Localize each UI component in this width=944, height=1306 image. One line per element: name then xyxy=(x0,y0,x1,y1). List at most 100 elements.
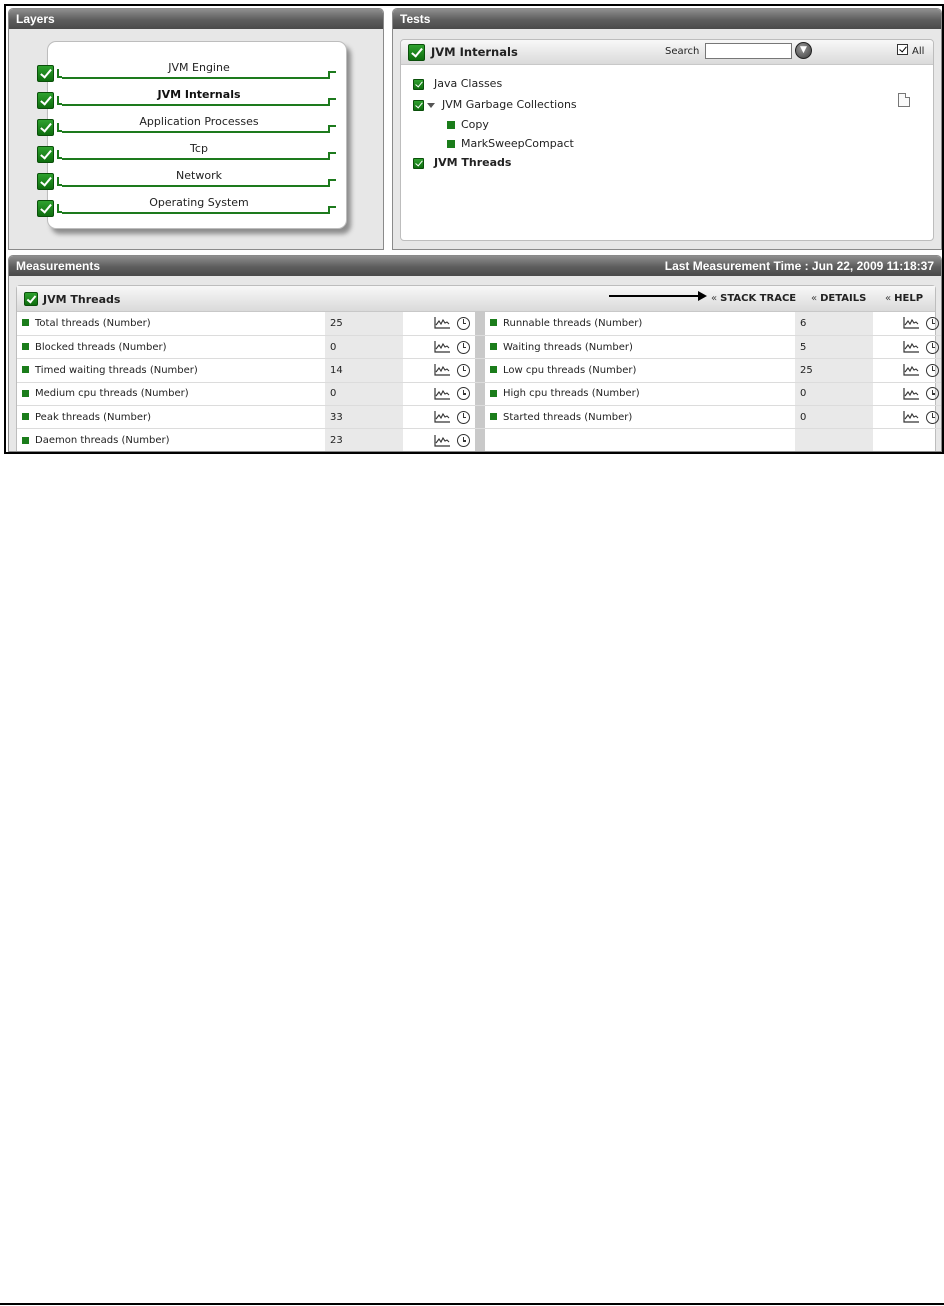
measure-actions xyxy=(403,428,475,451)
check-icon xyxy=(413,78,424,90)
test-java-classes[interactable]: Java Classes xyxy=(413,77,502,91)
measure-name: Started threads (Number) xyxy=(485,405,795,430)
table-row: Medium cpu threads (Number) 0 High cpu thr… xyxy=(17,382,941,407)
layer-label: Network xyxy=(176,169,222,182)
check-icon xyxy=(37,92,54,109)
measurements-title: Measurements xyxy=(16,259,101,273)
graph-icon[interactable] xyxy=(434,387,451,400)
measure-name: High cpu threads (Number) xyxy=(485,382,795,407)
status-square-icon xyxy=(490,319,497,327)
measurements-table: Total threads (Number) 25 Runnable threads… xyxy=(17,312,941,451)
measurements-bar: JVM Threads STACK TRACE DETAILS HELP xyxy=(17,286,935,312)
graph-icon[interactable] xyxy=(434,434,451,447)
layer-label: Operating System xyxy=(149,196,249,209)
measure-actions xyxy=(873,358,941,383)
graph-icon[interactable] xyxy=(903,341,920,353)
test-jvm-garbage-collections[interactable]: JVM Garbage Collections xyxy=(413,98,577,112)
status-square-icon xyxy=(22,366,29,374)
layer-jvm-engine[interactable]: JVM Engine xyxy=(37,61,345,88)
connector-line xyxy=(62,158,330,160)
test-label: MarkSweepCompact xyxy=(461,137,574,150)
search-input[interactable] xyxy=(705,43,792,59)
check-icon xyxy=(413,157,424,169)
status-square-icon xyxy=(490,413,497,421)
measure-name-text: Daemon threads (Number) xyxy=(35,435,170,447)
layer-label: JVM Internals xyxy=(157,88,241,101)
layer-jvm-internals[interactable]: JVM Internals xyxy=(37,88,345,115)
stack-trace-link[interactable]: STACK TRACE xyxy=(711,293,796,304)
measure-name-text: Total threads (Number) xyxy=(35,317,151,329)
clock-icon[interactable] xyxy=(926,410,939,424)
clock-icon[interactable] xyxy=(457,410,470,424)
table-row: Peak threads (Number) 33 Started threads (… xyxy=(17,405,941,430)
connector-line xyxy=(62,131,330,133)
graph-icon[interactable] xyxy=(903,364,920,377)
clock-icon[interactable] xyxy=(926,387,939,401)
arrow-icon xyxy=(609,291,707,301)
tests-panel: Tests JVM Internals Search ▼ All Java Cl… xyxy=(392,8,942,250)
layers-title: Layers xyxy=(16,12,55,26)
measure-name-text: Runnable threads (Number) xyxy=(503,317,643,329)
monitor-frame: Layers JVM Engine JVM Internals Applicat… xyxy=(4,4,944,454)
measure-actions xyxy=(873,382,941,407)
measure-name-text: Timed waiting threads (Number) xyxy=(35,364,198,376)
measurements-header: Measurements Last Measurement Time : Jun… xyxy=(9,256,941,276)
status-square-icon xyxy=(490,389,497,397)
test-label: Java Classes xyxy=(434,77,503,90)
graph-icon[interactable] xyxy=(434,317,451,330)
measure-value: 0 xyxy=(795,405,873,430)
measure-name: Runnable threads (Number) xyxy=(485,312,795,336)
graph-icon[interactable] xyxy=(903,317,920,330)
graph-icon[interactable] xyxy=(434,364,451,377)
measure-name-text: Low cpu threads (Number) xyxy=(503,364,637,376)
tests-header: Tests xyxy=(393,9,941,29)
test-copy[interactable]: Copy xyxy=(447,118,489,132)
test-label: JVM Threads xyxy=(434,156,512,169)
clock-icon[interactable] xyxy=(457,434,470,448)
status-square-icon xyxy=(447,140,455,148)
layer-tcp[interactable]: Tcp xyxy=(37,142,345,169)
measure-name-text: Blocked threads (Number) xyxy=(35,341,167,353)
search-label: Search xyxy=(665,46,700,57)
document-icon[interactable] xyxy=(898,93,910,107)
test-jvm-threads[interactable]: JVM Threads xyxy=(413,156,511,170)
check-icon[interactable] xyxy=(408,44,425,61)
status-square-icon xyxy=(22,389,29,397)
details-link[interactable]: DETAILS xyxy=(811,293,866,304)
layers-panel: Layers JVM Engine JVM Internals Applicat… xyxy=(8,8,384,250)
graph-icon[interactable] xyxy=(434,411,451,423)
graph-icon[interactable] xyxy=(903,411,920,423)
layer-network[interactable]: Network xyxy=(37,169,345,196)
measure-name: Total threads (Number) xyxy=(17,312,325,336)
layer-operating-system[interactable]: Operating System xyxy=(37,196,345,223)
clock-icon[interactable] xyxy=(926,316,939,330)
layer-label: JVM Engine xyxy=(168,61,230,74)
clock-icon[interactable] xyxy=(926,363,939,377)
all-checkbox[interactable] xyxy=(897,44,908,55)
clock-icon[interactable] xyxy=(457,316,470,330)
help-link[interactable]: HELP xyxy=(885,293,923,304)
layers-header: Layers xyxy=(9,9,383,29)
status-square-icon xyxy=(22,343,29,351)
graph-icon[interactable] xyxy=(434,341,451,353)
measure-actions xyxy=(403,312,475,336)
expand-arrow-icon[interactable] xyxy=(427,102,435,108)
status-square-icon xyxy=(22,319,29,327)
table-row: Daemon threads (Number) 23 xyxy=(17,428,941,451)
clock-icon[interactable] xyxy=(457,340,470,354)
graph-icon[interactable] xyxy=(903,387,920,400)
measure-value: 0 xyxy=(795,382,873,407)
measure-actions xyxy=(873,335,941,360)
clock-icon[interactable] xyxy=(457,363,470,377)
layer-application-processes[interactable]: Application Processes xyxy=(37,115,345,142)
tests-box: JVM Internals Search ▼ All Java Classes … xyxy=(400,39,934,241)
search-go-icon[interactable]: ▼ xyxy=(795,42,812,59)
measure-actions xyxy=(403,405,475,430)
clock-icon[interactable] xyxy=(926,340,939,354)
clock-icon[interactable] xyxy=(457,387,470,401)
measurements-panel: Measurements Last Measurement Time : Jun… xyxy=(8,255,942,452)
measure-name: Daemon threads (Number) xyxy=(17,428,325,451)
test-marksweepcompact[interactable]: MarkSweepCompact xyxy=(447,137,574,151)
check-icon xyxy=(37,65,54,82)
layer-label: Application Processes xyxy=(139,115,259,128)
